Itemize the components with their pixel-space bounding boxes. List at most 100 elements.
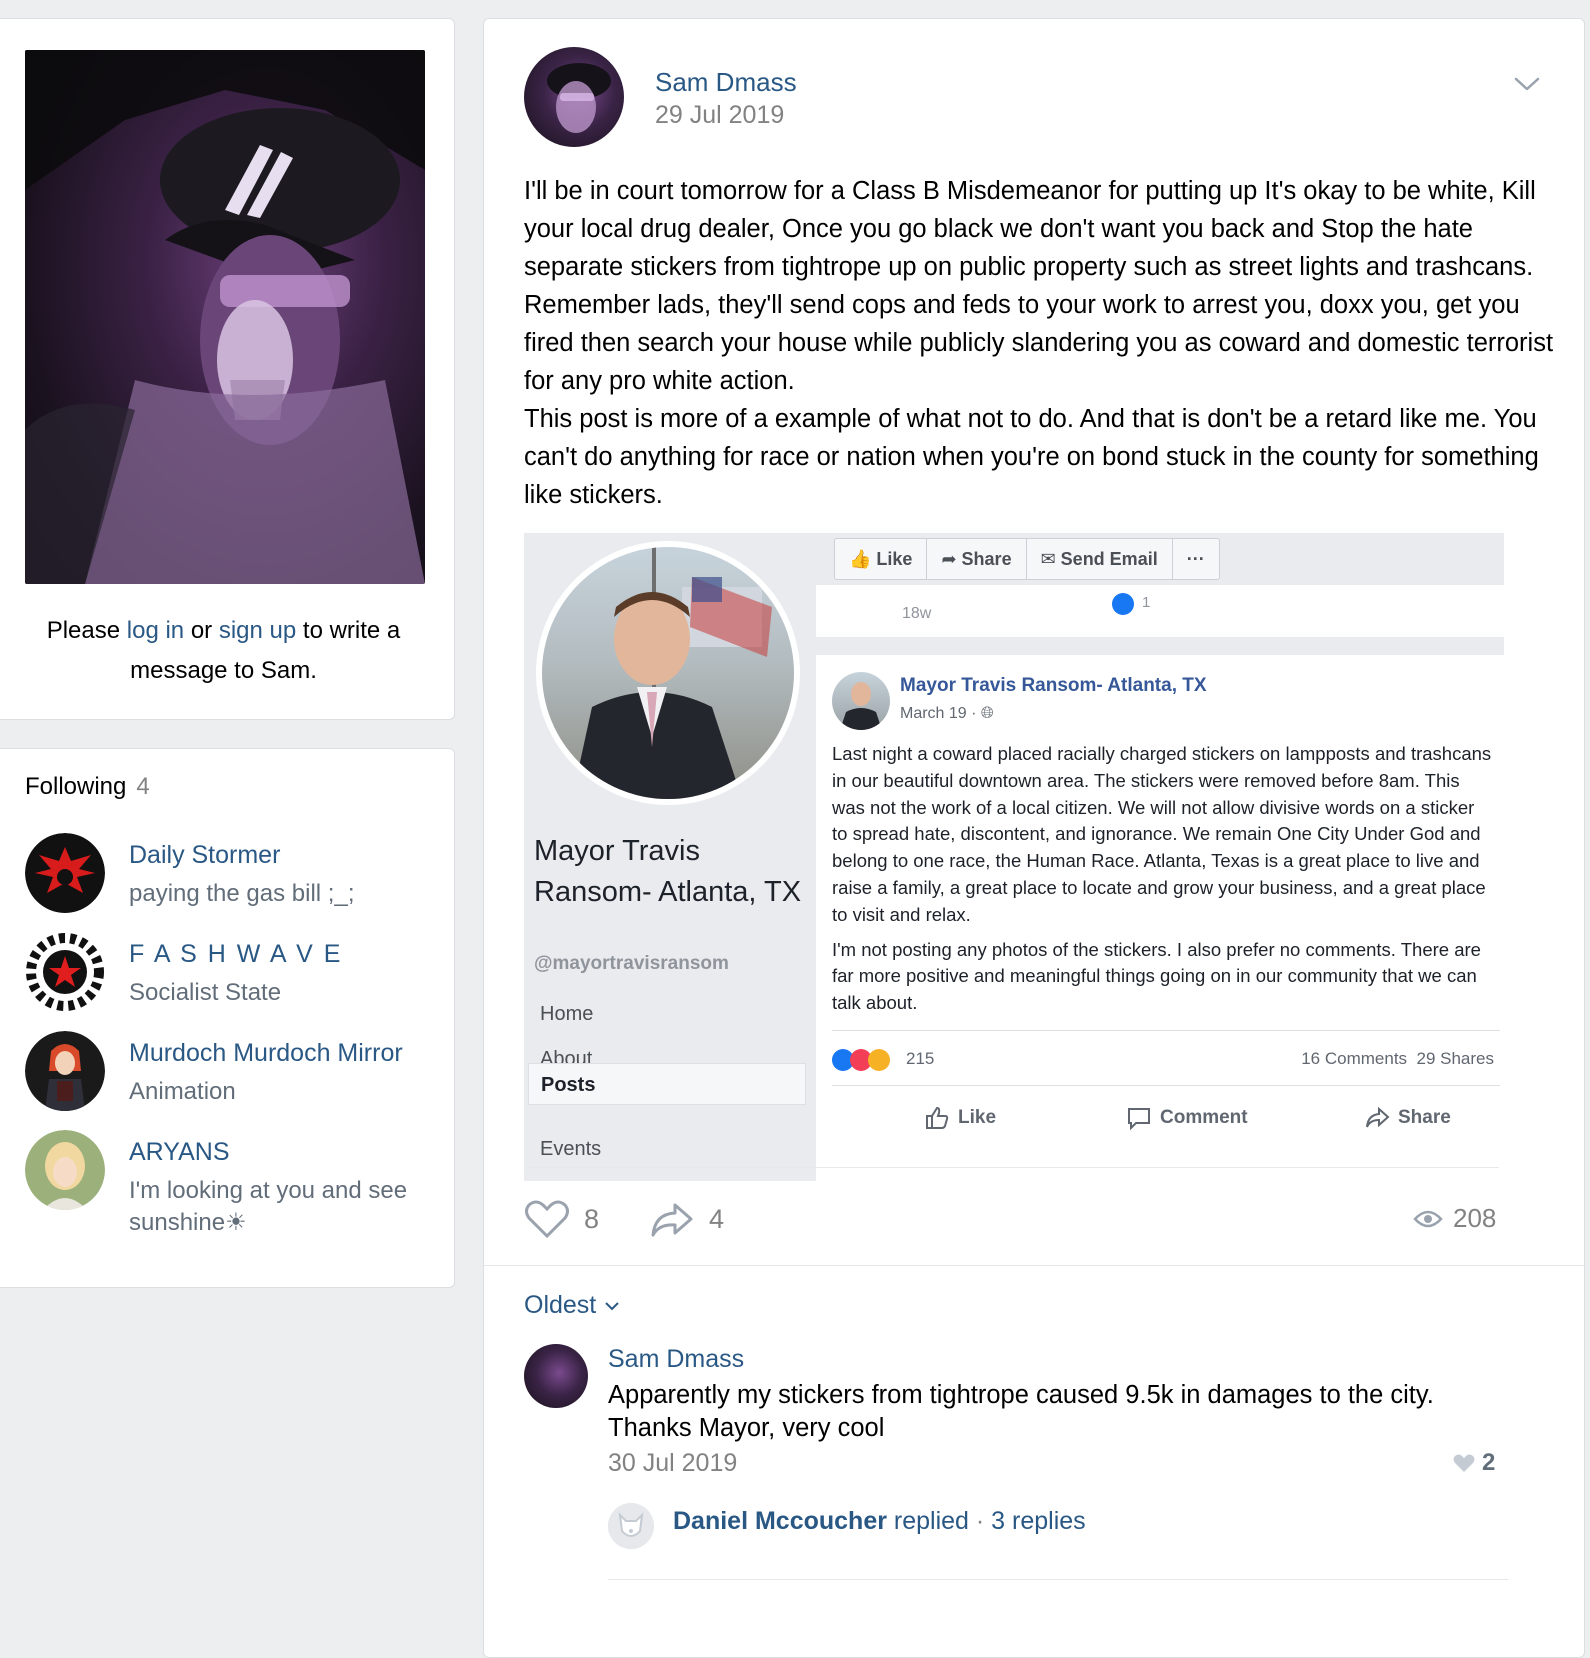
following-count: 4 (136, 773, 150, 800)
following-name[interactable]: F A S H W A V E (129, 940, 342, 969)
share-button[interactable]: 4 (649, 1199, 724, 1239)
fashwave-avatar[interactable] (25, 932, 105, 1012)
signup-link[interactable]: sign up (219, 617, 296, 644)
comment-author-avatar[interactable] (524, 1344, 588, 1408)
sort-label: Oldest (524, 1291, 597, 1319)
fb-prev-time: 18w (902, 605, 932, 622)
aryans-avatar[interactable] (25, 1130, 105, 1210)
fb-comment-action: Comment (1126, 1105, 1248, 1131)
reply-count-link[interactable]: 3 replies (991, 1507, 1086, 1535)
following-name[interactable]: Daily Stormer (129, 841, 280, 870)
divider (832, 1085, 1500, 1086)
reply-author-avatar[interactable] (608, 1503, 654, 1549)
mayor-portrait-icon (572, 547, 772, 799)
mayor-avatar-icon (840, 682, 882, 730)
post-card: Sam Dmass 29 Jul 2019 I'll be in court t… (483, 18, 1586, 1658)
fb-page-handle: @mayortravisransom (534, 953, 729, 974)
post-author-name[interactable]: Sam Dmass (655, 67, 797, 98)
embedded-screenshot[interactable]: Mayor Travis Ransom- Atlanta, TX @mayort… (524, 533, 1504, 1181)
fb-page-sidebar: Mayor Travis Ransom- Atlanta, TX @mayort… (524, 533, 816, 1181)
masked-figure-icon (547, 63, 611, 133)
fb-nav-posts: Posts (528, 1063, 806, 1105)
fb-nav-home: Home (540, 1003, 594, 1025)
daily-stormer-avatar[interactable] (25, 833, 105, 913)
chevron-down-icon (605, 1301, 619, 1310)
share-arrow-icon (1366, 1106, 1390, 1128)
heart-icon (525, 1200, 569, 1239)
login-link[interactable]: log in (127, 617, 184, 644)
fb-reaction-icons (832, 1049, 890, 1071)
following-desc: I'm looking at you and see sunshine☀ (129, 1177, 408, 1236)
fb-profile-picture (536, 541, 800, 805)
fb-reaction-count: 215 (906, 1049, 935, 1068)
following-desc: Animation (129, 1078, 236, 1105)
write-message-prompt: Please log in or sign up to write a mess… (11, 611, 436, 691)
following-desc: Socialist State (129, 979, 282, 1006)
fb-post: Mayor Travis Ransom- Atlanta, TX March 1… (816, 655, 1504, 1181)
globe-icon: 🌐︎ (980, 705, 994, 722)
views: 208 (1413, 1203, 1496, 1234)
post-paragraph: This post is more of a example of what n… (524, 405, 1539, 509)
following-card: Following 4 Daily Stormer paying the gas … (0, 748, 455, 1288)
fb-post-date: March 19 · 🌐︎ (900, 705, 994, 722)
fb-sad-icon (868, 1049, 890, 1071)
fb-email-tool: ✉ Send Email (1027, 539, 1173, 579)
portrait-icon (25, 1130, 105, 1210)
sunwheel-icon (25, 932, 105, 1012)
comment-sort-dropdown[interactable]: Oldest (524, 1291, 620, 1320)
author-avatar[interactable] (524, 47, 624, 147)
comment-author-name[interactable]: Sam Dmass (608, 1345, 744, 1374)
fb-post-avatar (832, 672, 890, 730)
divider (608, 1579, 1508, 1580)
post-date[interactable]: 29 Jul 2019 (655, 101, 784, 130)
cartoon-figure-icon (25, 1031, 105, 1111)
comment-icon (1128, 1108, 1150, 1131)
heart-icon (1453, 1454, 1475, 1472)
divider (832, 1030, 1500, 1031)
profile-photo[interactable] (25, 50, 425, 584)
eye-icon (1413, 1210, 1443, 1227)
fb-nav-events: Events (540, 1138, 602, 1160)
fb-page-feed: 👍 Like ➦ Share ✉ Send Email ··· 18w 1 Ma… (816, 533, 1504, 1181)
dog-icon (608, 1503, 654, 1549)
thumbs-up-icon (926, 1106, 949, 1129)
prompt-prefix: Please (46, 617, 127, 644)
profile-photo-image (25, 50, 425, 584)
eagle-icon (25, 833, 105, 913)
like-button[interactable]: 8 (524, 1199, 599, 1239)
profile-card: Please log in or sign up to write a mess… (0, 18, 455, 720)
replies-summary[interactable]: Daniel Mccoucher replied · 3 replies (673, 1507, 1086, 1536)
prompt-or: or (184, 617, 219, 644)
reply-separator: · (968, 1507, 992, 1535)
following-title[interactable]: Following 4 (25, 773, 150, 801)
comment-text: Apparently my stickers from tightrope ca… (608, 1381, 1434, 1442)
fb-post-body: Last night a coward placed racially char… (832, 741, 1492, 1025)
following-name[interactable]: Murdoch Murdoch Mirror (129, 1039, 403, 1068)
fb-toolbar: 👍 Like ➦ Share ✉ Send Email ··· (834, 538, 1220, 580)
fb-like-reaction-icon (1112, 593, 1134, 615)
following-desc: paying the gas bill ;_; (129, 880, 355, 907)
fb-post-paragraph: I'm not posting any photos of the sticke… (832, 938, 1481, 1014)
post-text: I'll be in court tomorrow for a Class B … (524, 172, 1554, 514)
comment-date[interactable]: 30 Jul 2019 (608, 1449, 737, 1478)
divider (524, 1167, 1499, 1168)
comment-like-button[interactable]: 2 (1452, 1449, 1495, 1477)
fb-post-author: Mayor Travis Ransom- Atlanta, TX (900, 675, 1207, 696)
fb-more-tool: ··· (1186, 549, 1205, 569)
reply-verb: replied (886, 1507, 969, 1535)
divider (484, 1265, 1586, 1266)
post-menu-chevron-icon[interactable] (1512, 69, 1542, 99)
share-count: 4 (709, 1203, 725, 1234)
fb-post-paragraph: Last night a coward placed racially char… (832, 743, 1492, 925)
comment-like-count: 2 (1482, 1449, 1496, 1476)
post-paragraph: I'll be in court tomorrow for a Class B … (524, 177, 1554, 395)
view-count: 208 (1453, 1203, 1497, 1233)
fb-post-stats: 16 Comments 29 Shares (1301, 1049, 1494, 1068)
reply-author-name[interactable]: Daniel Mccoucher (673, 1507, 887, 1535)
fb-share-action: Share (1364, 1105, 1451, 1131)
murdoch-avatar[interactable] (25, 1031, 105, 1111)
following-name[interactable]: ARYANS (129, 1138, 230, 1167)
fb-previous-post-footer: 18w 1 (816, 585, 1504, 637)
fb-like-tool: 👍 Like (835, 539, 928, 579)
like-count: 8 (584, 1203, 600, 1234)
